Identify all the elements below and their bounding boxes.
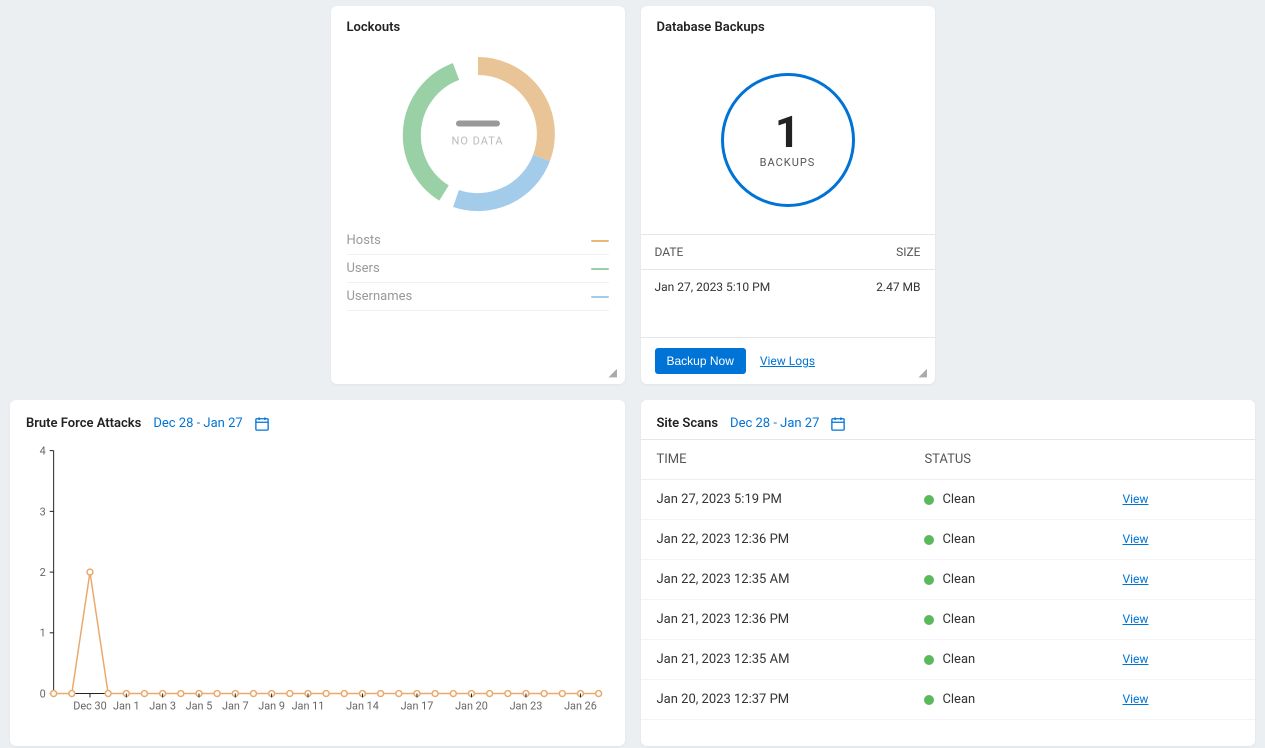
backup-row-size: 2.47 MB	[876, 280, 920, 294]
scan-row-time: Jan 22, 2023 12:35 AM	[657, 572, 925, 587]
brute-force-chart: 0 1 2 3 4 Dec 30 Jan 1 Jan 3 Jan 5 Jan 7 Jan 9 Jan …	[10, 439, 625, 719]
backups-card: Database Backups 1 BACKUPS DATE SIZE Jan…	[641, 6, 935, 384]
status-dot-icon	[924, 695, 934, 705]
svg-text:Jan 3: Jan 3	[149, 699, 176, 712]
status-dot-icon	[924, 615, 934, 625]
scan-row-time: Jan 27, 2023 5:19 PM	[657, 492, 925, 507]
table-row: Jan 27, 2023 5:10 PM 2.47 MB	[641, 270, 935, 304]
svg-text:Jan 9: Jan 9	[258, 699, 285, 712]
scan-view-link[interactable]: View	[1122, 612, 1148, 626]
svg-text:3: 3	[40, 505, 46, 518]
site-scans-card: Site Scans Dec 28 - Jan 27 TIME STATUS J…	[641, 400, 1256, 746]
table-row: Jan 21, 2023 12:36 PMCleanView	[641, 600, 1256, 640]
site-scans-head: TIME STATUS	[641, 440, 1256, 480]
status-dot-icon	[924, 535, 934, 545]
scan-view-link[interactable]: View	[1122, 572, 1148, 586]
lockouts-nodata-dash	[456, 121, 500, 127]
svg-text:0: 0	[40, 687, 46, 700]
calendar-icon[interactable]	[831, 417, 845, 431]
scan-row-status: Clean	[924, 612, 1122, 627]
scan-view-link[interactable]: View	[1122, 692, 1148, 706]
scan-row-status: Clean	[924, 532, 1122, 547]
svg-text:Jan 1: Jan 1	[113, 699, 140, 712]
svg-text:Jan 7: Jan 7	[222, 699, 249, 712]
svg-text:Jan 11: Jan 11	[292, 699, 325, 712]
scan-view-link[interactable]: View	[1122, 652, 1148, 666]
legend-row-usernames: Usernames	[347, 283, 609, 311]
scans-head-status: STATUS	[924, 452, 1122, 467]
view-logs-link[interactable]: View Logs	[760, 354, 815, 368]
resize-handle-icon[interactable]: ◢	[609, 368, 619, 378]
legend-label: Hosts	[347, 233, 381, 248]
legend-row-users: Users	[347, 255, 609, 283]
site-scans-table[interactable]: TIME STATUS Jan 27, 2023 5:19 PMCleanVie…	[641, 439, 1256, 727]
backups-count: 1	[775, 110, 800, 154]
lockouts-legend: Hosts Users Usernames	[331, 223, 625, 311]
scan-row-status: Clean	[924, 692, 1122, 707]
brute-force-card: Brute Force Attacks Dec 28 - Jan 27 0 1 2 3…	[10, 400, 625, 746]
scan-row-time: Jan 21, 2023 12:36 PM	[657, 612, 925, 627]
site-scans-title: Site Scans	[657, 416, 719, 431]
brute-force-range: Dec 28 - Jan 27	[153, 416, 242, 431]
backup-row-date: Jan 27, 2023 5:10 PM	[655, 280, 771, 294]
brute-force-title: Brute Force Attacks	[26, 416, 141, 431]
legend-swatch-hosts	[591, 240, 609, 242]
scan-view-link[interactable]: View	[1122, 532, 1148, 546]
lockouts-donut: NO DATA	[331, 45, 625, 223]
svg-text:1: 1	[40, 627, 46, 640]
scan-view-link[interactable]: View	[1122, 492, 1148, 506]
backup-now-button[interactable]: Backup Now	[655, 348, 746, 374]
table-row: Jan 20, 2023 12:37 PMCleanView	[641, 680, 1256, 720]
backups-title: Database Backups	[641, 6, 935, 45]
scan-row-time: Jan 21, 2023 12:35 AM	[657, 652, 925, 667]
table-row: Jan 27, 2023 5:19 PMCleanView	[641, 480, 1256, 520]
legend-swatch-users	[591, 268, 609, 270]
scan-row-time: Jan 22, 2023 12:36 PM	[657, 532, 925, 547]
svg-text:Jan 20: Jan 20	[455, 699, 488, 712]
table-row: Jan 22, 2023 12:36 PMCleanView	[641, 520, 1256, 560]
svg-text:Jan 26: Jan 26	[564, 699, 597, 712]
backups-table-head: DATE SIZE	[641, 235, 935, 270]
backups-ring: 1 BACKUPS	[721, 73, 855, 207]
backups-head-size: SIZE	[896, 245, 920, 259]
lockouts-card: Lockouts NO DATA Hosts Users	[331, 6, 625, 384]
svg-text:4: 4	[40, 445, 46, 458]
svg-text:Jan 5: Jan 5	[186, 699, 213, 712]
scan-row-time: Jan 20, 2023 12:37 PM	[657, 692, 925, 707]
scan-row-status: Clean	[924, 492, 1122, 507]
status-dot-icon	[924, 575, 934, 585]
backups-head-date: DATE	[655, 245, 684, 259]
svg-text:2: 2	[40, 566, 46, 579]
scan-row-status: Clean	[924, 652, 1122, 667]
table-row: Jan 21, 2023 12:35 AMCleanView	[641, 640, 1256, 680]
site-scans-range: Dec 28 - Jan 27	[730, 416, 819, 431]
svg-text:Jan 23: Jan 23	[510, 699, 543, 712]
scan-row-status: Clean	[924, 572, 1122, 587]
backups-count-label: BACKUPS	[760, 156, 816, 169]
legend-label: Users	[347, 261, 380, 276]
lockouts-title: Lockouts	[331, 6, 625, 45]
status-dot-icon	[924, 655, 934, 665]
svg-text:Jan 14: Jan 14	[346, 699, 379, 712]
svg-text:Dec 30: Dec 30	[73, 699, 106, 712]
calendar-icon[interactable]	[255, 417, 269, 431]
legend-label: Usernames	[347, 289, 413, 304]
resize-handle-icon[interactable]: ◢	[919, 368, 929, 378]
svg-text:Jan 17: Jan 17	[401, 699, 434, 712]
legend-swatch-usernames	[591, 296, 609, 298]
backups-table[interactable]: DATE SIZE Jan 27, 2023 5:10 PM 2.47 MB	[641, 235, 935, 337]
table-row: Jan 22, 2023 12:35 AMCleanView	[641, 560, 1256, 600]
status-dot-icon	[924, 495, 934, 505]
scans-head-time: TIME	[657, 452, 925, 467]
legend-row-hosts: Hosts	[347, 227, 609, 255]
lockouts-nodata-label: NO DATA	[451, 135, 503, 148]
